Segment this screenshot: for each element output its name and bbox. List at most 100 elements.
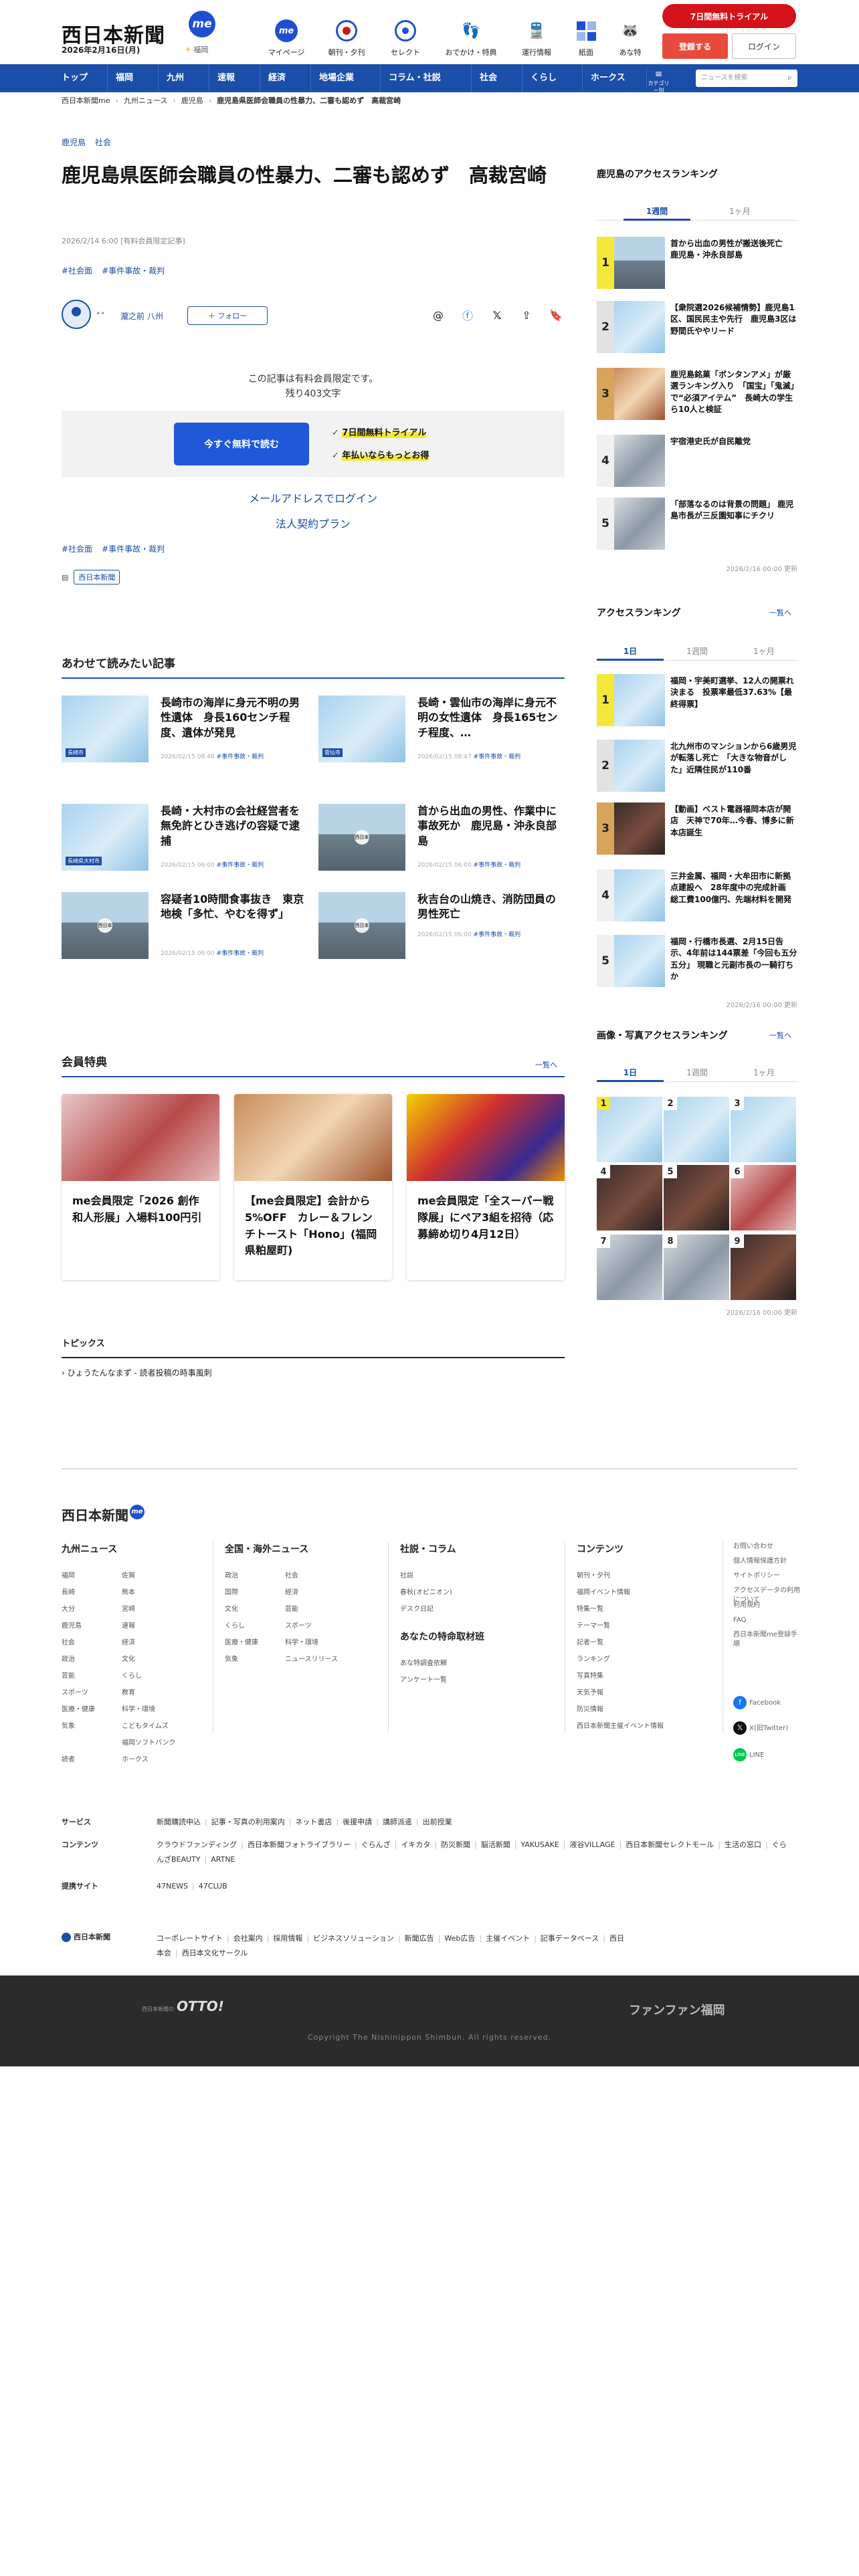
ranking-item[interactable]: 2 【衆院選2026候補情勢】鹿児島1区、国民民主や先行 鹿児島3区は野間氏ややリ…	[597, 301, 797, 361]
footer-link[interactable]: 西日本新聞主催イベント情報	[577, 1718, 710, 1735]
footer-link[interactable]: イキカタ	[401, 1840, 430, 1849]
footer-link[interactable]: 会社案内	[233, 1934, 263, 1943]
footer-link[interactable]: 講師派遣	[383, 1818, 412, 1826]
footer-link[interactable]: 芸能	[62, 1668, 122, 1685]
otto-logo[interactable]: 西日本新聞の OTTO!	[142, 1998, 224, 2014]
nav-item-fukuoka[interactable]: 福岡	[107, 64, 133, 92]
footer-link[interactable]: 医療・健康	[62, 1701, 122, 1718]
footer-link[interactable]: 科学・環境	[285, 1634, 345, 1651]
footer-link[interactable]: 国際	[225, 1584, 285, 1601]
footer-link[interactable]: こどもタイムズ	[122, 1718, 182, 1735]
footer-link[interactable]: 朝刊・夕刊	[577, 1568, 710, 1584]
footer-link[interactable]: ランキング	[577, 1651, 710, 1668]
footer-link[interactable]: あな特調査依頼	[400, 1655, 554, 1672]
related-article[interactable]: 雲仙市 長崎・雲仙市の海岸に身元不明の女性遺体 身長165センチ程度、… 2026/…	[318, 695, 566, 762]
footer-link[interactable]: 47CLUB	[199, 1882, 227, 1891]
hashtag[interactable]: #社会面	[62, 544, 92, 554]
tab-month[interactable]: 1ヶ月	[731, 642, 797, 661]
footer-link[interactable]: 写真特集	[577, 1668, 710, 1685]
footer-link[interactable]: テーマ一覧	[577, 1618, 710, 1634]
related-tag[interactable]: #事件事故・裁判	[217, 862, 264, 869]
footer-link[interactable]: 文化	[225, 1601, 285, 1618]
footer-logo[interactable]: 西日本新聞 me	[62, 1505, 145, 1524]
ranking-item[interactable]: 2 北九州市のマンションから6歳男児が転落し死亡 「大きな物音がした」近隣住民が1…	[597, 740, 797, 800]
footer-link[interactable]: 医療・健康	[225, 1634, 285, 1651]
threads-icon[interactable]: @	[428, 305, 448, 325]
footer-link[interactable]: 後援申請	[343, 1818, 372, 1826]
ranking-item[interactable]: 1 福岡・宇美町選挙、12人の開票れ決まる 投票率最低37.63%【最終得票】	[597, 674, 797, 734]
member-card[interactable]: me会員限定「全スーパー戦隊展」にペア3組を招待（応募締め切り4月12日）	[407, 1094, 565, 1280]
footer-link[interactable]: くらし	[225, 1618, 285, 1634]
ranking-item[interactable]: 1 首から出血の男性が搬送後死亡 鹿児島・沖永良部島	[597, 237, 797, 297]
footer-link[interactable]: 採用情報	[273, 1934, 302, 1943]
nav-item-local-business[interactable]: 地場企業	[310, 64, 354, 92]
photo-more-link[interactable]: 一覧へ	[769, 1030, 791, 1041]
follow-button[interactable]: ＋ フォロー	[187, 306, 268, 325]
footer-extra-link[interactable]: FAQ	[733, 1616, 800, 1625]
photo-item[interactable]: 5	[664, 1165, 729, 1230]
footer-link[interactable]: コーポレートサイト	[157, 1934, 223, 1943]
share-icon[interactable]: ⇪	[516, 305, 537, 325]
footer-link[interactable]: クラウドファンディング	[157, 1840, 237, 1849]
related-article[interactable]: 長崎県大村市 長崎・大村市の会社経営者を無免許とひき逃げの容疑で逮捕 2026/02…	[62, 804, 309, 871]
category-menu-button[interactable]: ≡ カテゴリー別	[646, 68, 670, 94]
footer-link[interactable]: デスク日記	[400, 1601, 554, 1618]
search-input[interactable]: ニュースを検索 ⌕	[696, 70, 797, 87]
nav-item-kyushu[interactable]: 九州	[158, 64, 184, 92]
related-tag[interactable]: #事件事故・裁判	[474, 932, 521, 938]
facebook-link[interactable]: f Facebook	[733, 1696, 800, 1709]
footer-link[interactable]: YAKUSAKE	[521, 1840, 559, 1849]
topics-item[interactable]: › ひょうたんなまず - 読者投稿の時事風刺	[62, 1367, 212, 1378]
tab-week[interactable]: 1週間	[664, 642, 731, 661]
hashtag[interactable]: #事件事故・裁判	[102, 266, 165, 276]
login-button[interactable]: ログイン	[732, 33, 796, 59]
line-link[interactable]: LINE LINE	[733, 1748, 800, 1761]
nav-item-society[interactable]: 社会	[471, 64, 497, 92]
nav-morning-evening[interactable]: 朝刊・夕刊	[320, 17, 373, 58]
footer-link[interactable]: 気象	[62, 1718, 122, 1735]
footer-link[interactable]: 福岡ソフトバンクホークス	[122, 1735, 182, 1768]
category-tag[interactable]: 鹿児島	[62, 138, 86, 147]
footer-link[interactable]: ビジネスソリューション	[313, 1934, 394, 1943]
weather-widget[interactable]: ☀ 福岡	[185, 44, 208, 55]
footer-extra-link[interactable]: お問い合わせ	[733, 1542, 800, 1551]
provider-badge[interactable]: 西日本新聞	[74, 570, 120, 584]
tab-month[interactable]: 1ヶ月	[731, 1063, 797, 1082]
footer-link[interactable]: 科学・環境	[122, 1701, 182, 1718]
me-logo-badge[interactable]: me	[189, 11, 215, 37]
footer-link[interactable]: 文化	[122, 1651, 182, 1668]
footer-link[interactable]: くらし	[122, 1668, 182, 1685]
ranking-item[interactable]: 5 「部落なるのは背景の問題」 鹿児島市長が三反園知事にチクリ	[597, 498, 797, 558]
footer-link[interactable]: 芸能	[285, 1601, 345, 1618]
footer-link[interactable]: 記者一覧	[577, 1634, 710, 1651]
footer-link[interactable]: 新聞購読申込	[157, 1818, 201, 1826]
free-trial-button[interactable]: 7日間無料トライアル	[662, 4, 796, 28]
footer-extra-link[interactable]: サイトポリシー	[733, 1572, 800, 1581]
footer-extra-link[interactable]: 利用規約	[733, 1601, 800, 1610]
footer-link[interactable]: 佐賀	[122, 1568, 182, 1584]
nav-anatoku[interactable]: 🦝 あな特	[603, 17, 657, 58]
footer-link[interactable]: 天気予報	[577, 1685, 710, 1701]
category-tag[interactable]: 社会	[95, 138, 111, 147]
nav-outing[interactable]: 👣 おでかけ・特典	[444, 17, 498, 58]
nav-item-breaking[interactable]: 速報	[209, 64, 235, 92]
footer-link[interactable]: 社説	[400, 1568, 554, 1584]
photo-item[interactable]: 8	[664, 1235, 729, 1300]
bookmark-icon[interactable]: 🔖	[546, 305, 566, 325]
tab-day[interactable]: 1日	[597, 642, 664, 661]
footer-link[interactable]: 防災新聞	[441, 1840, 470, 1849]
facebook-share-icon[interactable]: ⓕ	[458, 305, 478, 325]
corporate-plan-link[interactable]: 法人契約プラン	[62, 515, 565, 531]
member-card[interactable]: 【me会員限定】会計から5%OFF カレー＆フレンチトースト「Hono」(福岡県…	[234, 1094, 392, 1280]
ranking-item[interactable]: 4 三井金属、福岡・大牟田市に新拠点建設へ 28年度中の完成計画 総工費100億円…	[597, 869, 797, 930]
email-login-link[interactable]: メールアドレスでログイン	[62, 490, 565, 506]
ranking-item[interactable]: 3 【動画】ベスト電器福岡本店が開店 天神で70年…今春、博多に新本店誕生	[597, 802, 797, 863]
footer-link[interactable]: 経済	[285, 1584, 345, 1601]
author-avatar[interactable]	[62, 300, 91, 329]
hashtag[interactable]: #事件事故・裁判	[102, 544, 165, 554]
breadcrumb-kyushu[interactable]: 九州ニュース	[124, 96, 167, 105]
ranking-item[interactable]: 5 福岡・行橋市長選、2月15日告示、4年前は144票差「今回も五分五分」 現職と…	[597, 935, 797, 995]
footer-link[interactable]: 社会	[62, 1634, 122, 1651]
footer-link[interactable]: Web広告	[444, 1934, 475, 1943]
related-article[interactable]: 西日本 容疑者10時間食事抜き 東京地検「多忙、やむを得ず」 2026/02/15 …	[62, 892, 309, 959]
